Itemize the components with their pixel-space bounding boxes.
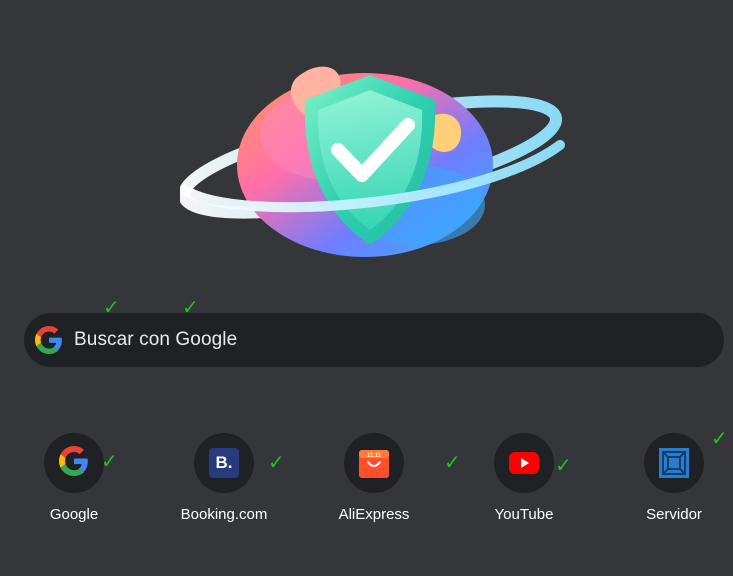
shortcut-icon-circle[interactable] <box>644 433 704 493</box>
search-placeholder[interactable]: Buscar con Google <box>74 329 237 351</box>
shortcut-booking[interactable]: B. Booking.com <box>164 433 284 533</box>
check-icon: ✓ <box>555 453 572 477</box>
booking-icon: B. <box>209 448 239 478</box>
check-icon: ✓ <box>444 450 461 474</box>
shortcut-label[interactable]: AliExpress <box>314 506 434 523</box>
shortcut-youtube[interactable]: YouTube <box>464 433 584 533</box>
check-icon: ✓ <box>268 450 285 474</box>
shortcut-label[interactable]: Servidor <box>614 506 733 523</box>
security-shield-illustration <box>180 55 565 260</box>
shortcut-label[interactable]: YouTube <box>464 506 584 523</box>
google-search-box[interactable]: Buscar con Google <box>24 313 724 367</box>
shortcut-google[interactable]: Google <box>14 433 134 533</box>
new-tab-page: ✓ ✓ Buscar con Google Google ✓ B. Bookin… <box>0 0 733 576</box>
booking-icon-letter: B. <box>215 453 233 472</box>
aliexpress-icon-text: 11.11 <box>367 453 382 459</box>
check-icon: ✓ <box>711 426 728 450</box>
check-icon: ✓ <box>101 449 118 473</box>
aliexpress-bag-icon: 11.11 <box>358 447 390 479</box>
shortcut-label[interactable]: Booking.com <box>164 506 284 523</box>
google-g-icon <box>59 445 89 481</box>
shortcut-icon-circle[interactable]: 11.11 <box>344 433 404 493</box>
shortcut-icon-circle[interactable]: B. <box>194 433 254 493</box>
google-g-icon <box>35 326 63 354</box>
shortcut-aliexpress[interactable]: 11.11 AliExpress <box>314 433 434 533</box>
shortcut-label[interactable]: Google <box>14 506 134 523</box>
shortcut-icon-circle[interactable] <box>494 433 554 493</box>
server-icon <box>659 448 689 478</box>
youtube-icon <box>509 452 539 474</box>
shortcut-icon-circle[interactable] <box>44 433 104 493</box>
